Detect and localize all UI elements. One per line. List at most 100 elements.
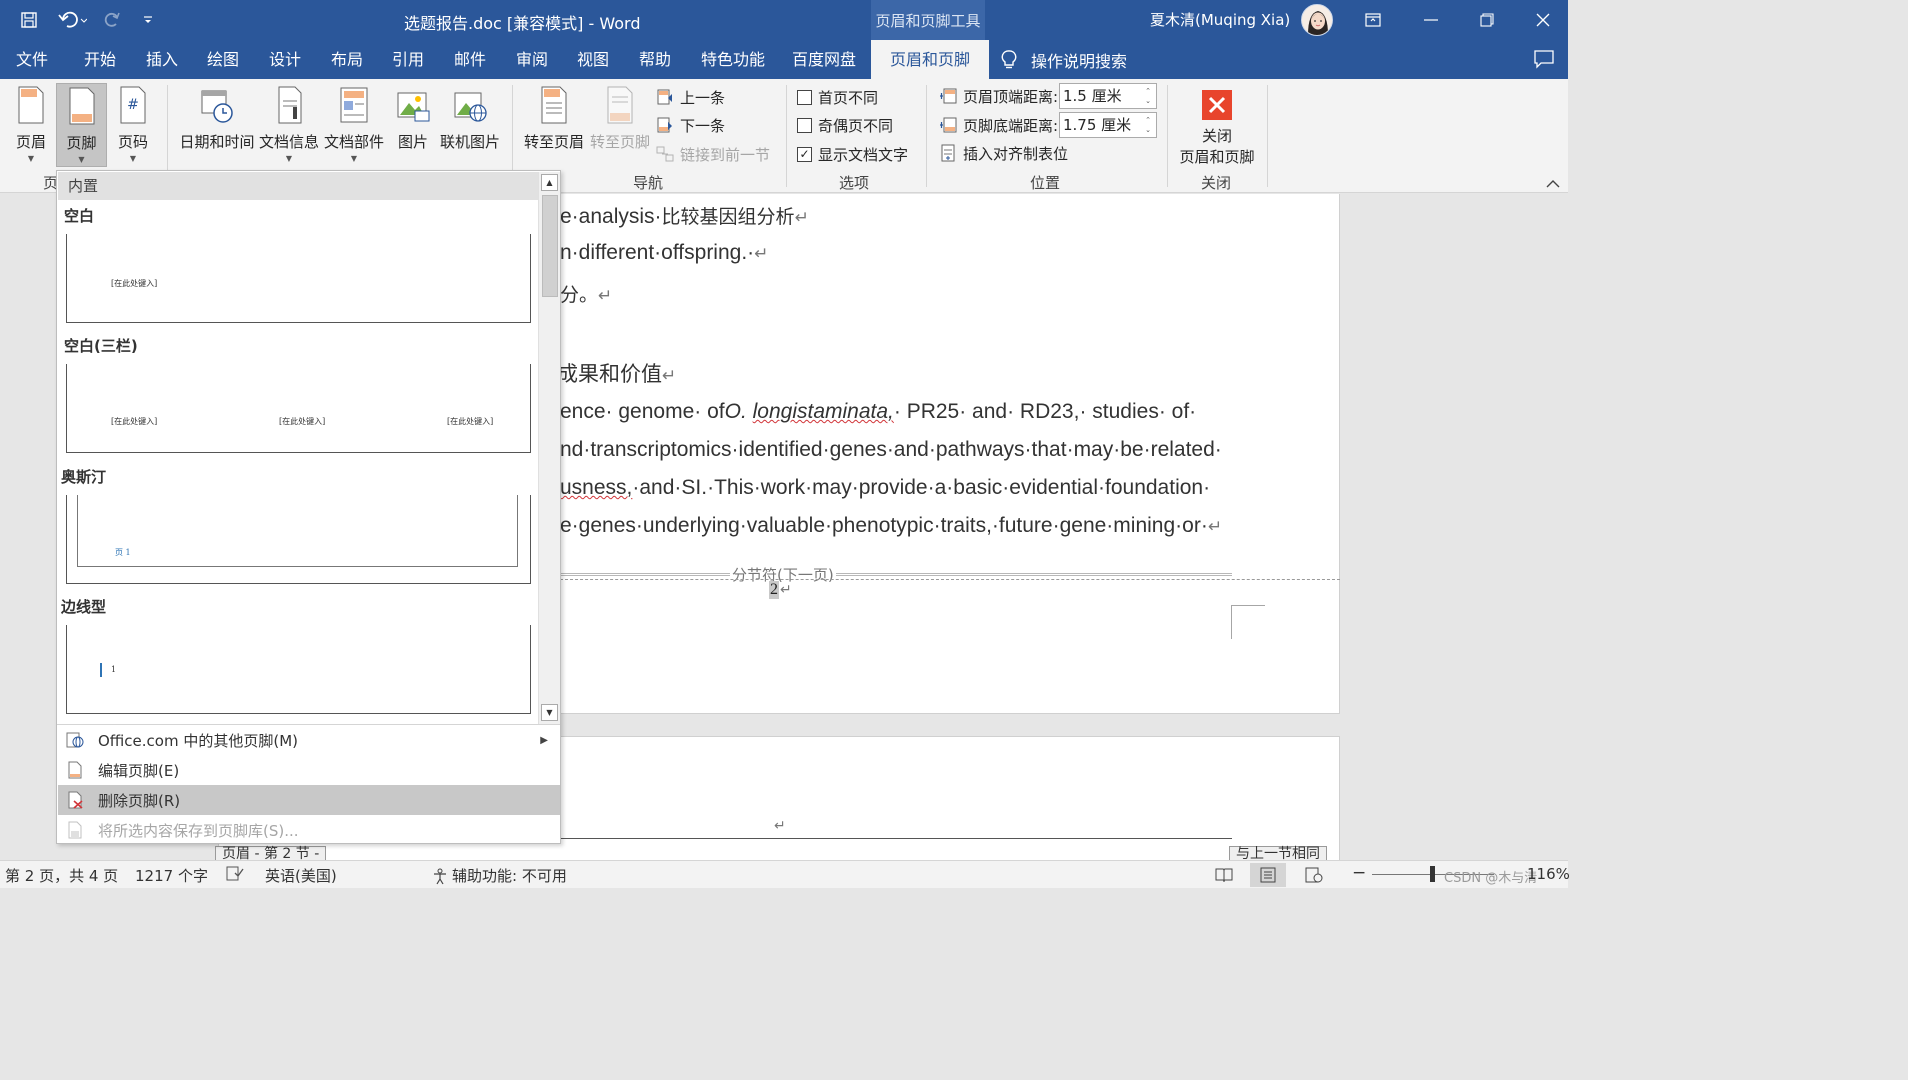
page-number-field[interactable]: 2 — [769, 581, 779, 599]
paragraph-mark: ↵ — [598, 286, 613, 306]
insert-alignment-tab-button[interactable]: 插入对齐制表位 — [939, 140, 1068, 166]
tab-home[interactable]: 开始 — [84, 40, 116, 79]
checkbox-unchecked[interactable] — [797, 89, 812, 105]
more-footers-from-office-com[interactable]: Office.com 中的其他页脚(M) ▶ — [58, 725, 560, 755]
minimize-icon[interactable] — [1403, 0, 1459, 40]
doc-line-5[interactable]: ence· genome· ofO. longistaminata,· PR25… — [560, 400, 1196, 424]
scrollbar-thumb[interactable] — [542, 195, 558, 297]
go-to-header-button[interactable]: 转至页眉 — [522, 83, 586, 167]
read-mode-icon[interactable] — [1206, 863, 1242, 887]
header-from-top-value[interactable]: 1.5 厘米 — [1063, 87, 1122, 105]
tab-mailings[interactable]: 邮件 — [454, 40, 486, 79]
print-layout-icon[interactable] — [1250, 863, 1286, 887]
gallery-item-sideline[interactable]: 1 — [66, 625, 531, 714]
gallery-item-blank[interactable]: [在此处键入] — [66, 234, 531, 323]
quick-parts-label: 文档部件 — [323, 133, 384, 151]
submenu-arrow-icon: ▶ — [540, 734, 548, 746]
save-selection-to-footer-gallery[interactable]: 将所选内容保存到页脚库(S)... — [58, 815, 560, 845]
gallery-scrollbar[interactable]: ▲ ▼ — [538, 172, 560, 724]
tab-help[interactable]: 帮助 — [639, 40, 671, 79]
spinner-icon[interactable]: ⌃ ⌄ — [1140, 113, 1156, 137]
tab-references[interactable]: 引用 — [392, 40, 424, 79]
spinner-icon[interactable]: ⌃ ⌄ — [1140, 84, 1156, 108]
collapse-ribbon-icon[interactable] — [1545, 176, 1561, 188]
user-name[interactable]: 夏木清(Muqing Xia) — [1150, 9, 1290, 30]
date-time-button[interactable]: 日期和时间 — [178, 83, 256, 167]
tab-design[interactable]: 设计 — [269, 40, 301, 79]
scroll-down-icon[interactable]: ▼ — [541, 704, 558, 721]
doc-line-2[interactable]: n·different·offspring.·↵ — [560, 241, 768, 265]
tab-special-features[interactable]: 特色功能 — [701, 40, 765, 79]
redo-icon[interactable] — [100, 6, 124, 34]
comments-icon[interactable] — [1533, 49, 1555, 69]
online-pictures-button[interactable]: 联机图片 — [438, 83, 502, 167]
doc-line-1[interactable]: e·analysis·比较基因组分析↵ — [560, 202, 809, 229]
header-button[interactable]: 页眉 ▼ — [8, 83, 54, 167]
close-header-footer-button[interactable]: 关闭 页眉和页脚 — [1175, 83, 1259, 167]
doc-heading[interactable]: 成果和价值↵ — [557, 358, 676, 388]
avatar[interactable] — [1301, 4, 1333, 36]
tab-view[interactable]: 视图 — [577, 40, 609, 79]
word-count[interactable]: 1217 个字 — [135, 865, 208, 886]
show-document-text-checkbox[interactable]: ✓ 显示文档文字 — [797, 141, 908, 167]
web-layout-icon[interactable] — [1296, 863, 1332, 887]
tab-layout[interactable]: 布局 — [331, 40, 363, 79]
previous-section-icon — [657, 89, 672, 105]
accessibility-status[interactable]: 辅助功能: 不可用 — [431, 865, 567, 886]
different-first-page-checkbox[interactable]: 首页不同 — [797, 84, 878, 110]
go-to-footer-icon — [607, 86, 633, 124]
go-to-footer-button[interactable]: 转至页脚 — [588, 83, 652, 167]
footer-from-bottom-value[interactable]: 1.75 厘米 — [1063, 116, 1131, 134]
gallery-item-austin[interactable]: 页 1 — [66, 495, 531, 584]
page-count[interactable]: 第 2 页，共 4 页 — [5, 865, 118, 886]
same-as-previous-tag: 与上一节相同 — [1229, 846, 1327, 860]
doc-line-6[interactable]: nd·transcriptomics·identified·genes·and·… — [560, 438, 1222, 462]
checkbox-unchecked[interactable] — [797, 117, 812, 133]
doc-line-3[interactable]: 分。↵ — [560, 280, 612, 307]
previous-button[interactable]: 上一条 — [656, 84, 725, 110]
gallery-item-title: 空白 — [64, 207, 95, 225]
remove-footer[interactable]: 删除页脚(R) — [58, 785, 560, 815]
footer-icon — [69, 87, 94, 125]
link-to-previous-button[interactable]: 链接到前一节 — [656, 141, 770, 167]
tab-baidu-netdisk[interactable]: 百度网盘 — [792, 40, 856, 79]
page-number-button[interactable]: # 页码 ▼ — [110, 83, 156, 167]
tab-draw[interactable]: 绘图 — [207, 40, 239, 79]
different-odd-even-checkbox[interactable]: 奇偶页不同 — [797, 112, 893, 138]
doc-line-7[interactable]: usness,·and·SI.·This·work·may·provide·a·… — [560, 476, 1210, 500]
zoom-slider-thumb[interactable] — [1430, 866, 1435, 882]
csdn-watermark: CSDN @木与清 — [1444, 871, 1538, 886]
language[interactable]: 英语(美国) — [265, 865, 337, 886]
pictures-button[interactable]: 图片 — [392, 83, 434, 167]
tab-review[interactable]: 审阅 — [516, 40, 548, 79]
tell-me-search[interactable]: 操作说明搜索 — [1001, 40, 1127, 79]
customize-quick-access-icon[interactable] — [138, 6, 158, 34]
checkmark-icon[interactable]: ✓ — [797, 146, 812, 162]
scroll-up-icon[interactable]: ▲ — [541, 174, 558, 191]
document-info-button[interactable]: 文档信息 ▼ — [258, 83, 320, 167]
ribbon-display-options-icon[interactable] — [1345, 0, 1401, 40]
tab-file[interactable]: 文件 — [16, 40, 48, 79]
restore-icon[interactable] — [1459, 0, 1515, 40]
page-number-icon: # — [120, 86, 146, 124]
gallery-item-blank-three-column[interactable]: [在此处键入] [在此处键入] [在此处键入] — [66, 364, 531, 453]
tab-header-footer[interactable]: 页眉和页脚 — [871, 40, 990, 79]
footer-button[interactable]: 页脚 ▼ — [56, 83, 107, 167]
zoom-level[interactable]: 116% — [1527, 865, 1570, 883]
proofing-icon[interactable] — [226, 864, 244, 886]
tab-insert[interactable]: 插入 — [146, 40, 178, 79]
footer-from-bottom-input[interactable]: 1.75 厘米 ⌃ ⌄ — [1059, 112, 1157, 138]
zoom-out-button[interactable]: − — [1352, 863, 1366, 883]
footer-gallery-dropdown[interactable]: 内置 空白 [在此处键入] 空白(三栏) [在此处键入] [在此处键入] [在此… — [56, 170, 561, 844]
next-button[interactable]: 下一条 — [656, 112, 725, 138]
close-icon[interactable] — [1515, 0, 1571, 40]
edit-footer[interactable]: 编辑页脚(E) — [58, 755, 560, 785]
save-icon[interactable] — [14, 6, 44, 34]
header-from-top-input[interactable]: 1.5 厘米 ⌃ ⌄ — [1059, 83, 1157, 109]
chevron-down-icon: ▼ — [285, 154, 293, 163]
close-label-line2: 页眉和页脚 — [1179, 148, 1255, 166]
undo-icon[interactable] — [52, 6, 92, 34]
quick-parts-button[interactable]: 文档部件 ▼ — [323, 83, 385, 167]
show-document-text-label: 显示文档文字 — [818, 145, 909, 164]
doc-line-8[interactable]: e·genes·underlying·valuable·phenotypic·t… — [560, 514, 1222, 538]
